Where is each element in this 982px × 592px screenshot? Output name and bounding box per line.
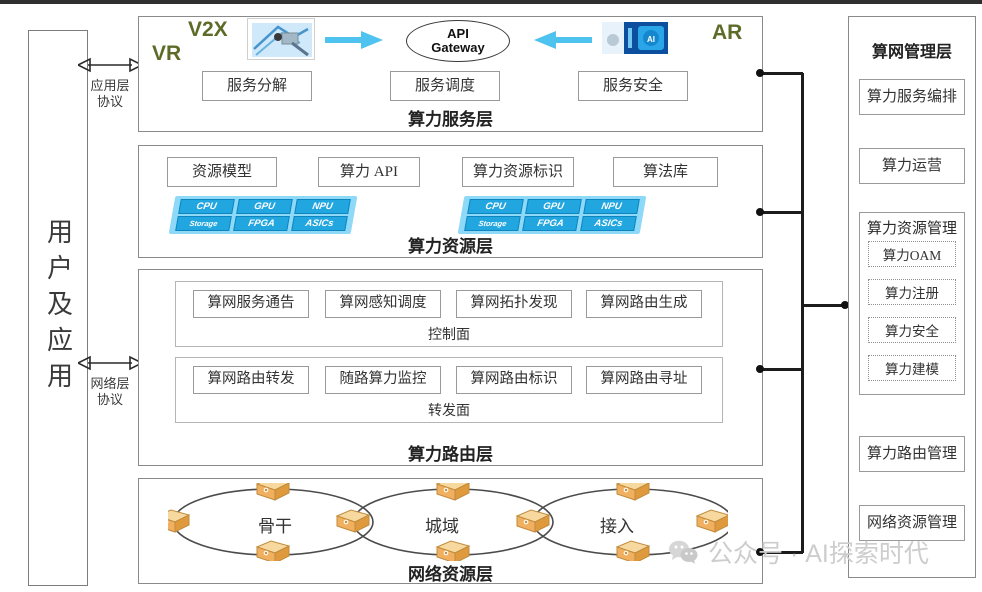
network-device-photo — [247, 18, 315, 60]
control-plane-box-topology-discovery[interactable]: 算网拓扑发现 — [456, 290, 572, 318]
resource-box-api[interactable]: 算力 API — [318, 157, 420, 187]
resource-box-identifier[interactable]: 算力资源标识 — [462, 157, 574, 187]
top-bar — [0, 0, 982, 4]
resource-box-model[interactable]: 资源模型 — [167, 157, 277, 187]
application-layer-protocol-arrow — [76, 56, 144, 74]
ai-chip-photo: AI — [600, 18, 670, 58]
chip-group-left: CPU GPU NPU Storage FPGA ASICs — [168, 196, 358, 234]
watermark: 公众号 · AI探索时代 — [668, 534, 929, 570]
wechat-icon — [668, 539, 698, 565]
forwarding-plane-box-route-forwarding[interactable]: 算网路由转发 — [193, 366, 309, 394]
bus-branch-resource — [760, 211, 803, 214]
application-layer-protocol-line2: 协议 — [96, 94, 123, 110]
forwarding-plane-box-route-addressing[interactable]: 算网路由寻址 — [586, 366, 702, 394]
chip-asics: ASICs — [291, 216, 348, 231]
arrow-left-to-gateway — [534, 30, 592, 50]
ring-label-access: 接入 — [600, 517, 634, 536]
service-box-security[interactable]: 服务安全 — [578, 71, 688, 101]
chip-group-right: CPU GPU NPU Storage FPGA ASICs — [457, 196, 647, 234]
bus-dot-resource — [756, 208, 764, 216]
sidebar-item-operations[interactable]: 算力运营 — [859, 148, 965, 184]
chip-npu: NPU — [294, 199, 351, 214]
sidebar-subitem-modeling[interactable]: 算力建模 — [868, 355, 956, 381]
network-layer-protocol-line2: 协议 — [96, 392, 123, 408]
bus-trunk-line — [801, 73, 804, 553]
arrow-right-to-gateway — [325, 30, 383, 50]
bus-branch-service — [760, 72, 803, 75]
computing-routing-layer-title: 算力路由层 — [408, 445, 493, 464]
service-box-scheduling[interactable]: 服务调度 — [390, 71, 500, 101]
api-gateway-line1: API — [447, 26, 469, 42]
resource-box-algorithm-library[interactable]: 算法库 — [613, 157, 718, 187]
api-gateway-line2: Gateway — [431, 40, 485, 55]
svg-text:AI: AI — [647, 35, 655, 44]
ring-label-metro: 城域 — [425, 517, 459, 536]
forwarding-plane-box-inband-monitoring[interactable]: 随路算力监控 — [325, 366, 441, 394]
network-layer-protocol-arrow — [76, 354, 144, 372]
chip-gpu: GPU — [236, 199, 293, 214]
control-plane-box-service-advertisement[interactable]: 算网服务通告 — [193, 290, 309, 318]
user-and-application-label: 用户及应用 — [43, 218, 73, 398]
forwarding-plane-box-route-identifier[interactable]: 算网路由标识 — [456, 366, 572, 394]
sidebar-subitem-registration[interactable]: 算力注册 — [868, 279, 956, 305]
control-plane-box-aware-scheduling[interactable]: 算网感知调度 — [325, 290, 441, 318]
api-gateway-node: API Gateway — [406, 20, 510, 62]
tag-vr: VR — [152, 42, 182, 65]
computing-service-layer-title: 算力服务层 — [408, 110, 493, 129]
network-layer-protocol-label: 网络层 协议 — [78, 376, 142, 409]
tag-ar: AR — [712, 21, 743, 44]
bus-branch-routing — [760, 368, 803, 371]
management-layer-title: 算网管理层 — [871, 44, 952, 61]
ring-label-backbone: 骨干 — [258, 517, 292, 536]
chip-fpga: FPGA — [522, 216, 579, 231]
bus-dot-service — [756, 69, 764, 77]
control-plane-box-route-generation[interactable]: 算网路由生成 — [586, 290, 702, 318]
chip-gpu: GPU — [525, 199, 582, 214]
application-layer-protocol-label: 应用层 协议 — [78, 78, 142, 111]
chip-npu: NPU — [583, 199, 640, 214]
sidebar-item-resource-management-label: 算力资源管理 — [866, 220, 957, 237]
chip-storage: Storage — [464, 216, 521, 231]
chip-asics: ASICs — [580, 216, 637, 231]
bus-dot-routing — [756, 365, 764, 373]
application-layer-protocol-line1: 应用层 — [90, 78, 130, 93]
tag-v2x: V2X — [188, 18, 228, 41]
chip-fpga: FPGA — [233, 216, 290, 231]
user-and-application-column: 用户及应用 — [28, 30, 88, 586]
sidebar-subitem-oam[interactable]: 算力OAM — [868, 241, 956, 267]
sidebar-subitem-security[interactable]: 算力安全 — [868, 317, 956, 343]
computing-resource-layer-title: 算力资源层 — [408, 237, 493, 256]
service-box-decomposition[interactable]: 服务分解 — [202, 71, 312, 101]
control-plane-label: 控制面 — [428, 328, 470, 343]
chip-cpu: CPU — [467, 199, 524, 214]
network-layer-protocol-line1: 网络层 — [90, 376, 130, 391]
sidebar-item-route-management[interactable]: 算力路由管理 — [859, 436, 965, 472]
chip-storage: Storage — [175, 216, 232, 231]
watermark-text: 公众号 · AI探索时代 — [708, 540, 929, 568]
sidebar-item-service-orchestration[interactable]: 算力服务编排 — [859, 79, 965, 115]
forwarding-plane-label: 转发面 — [428, 404, 470, 419]
chip-cpu: CPU — [178, 199, 235, 214]
